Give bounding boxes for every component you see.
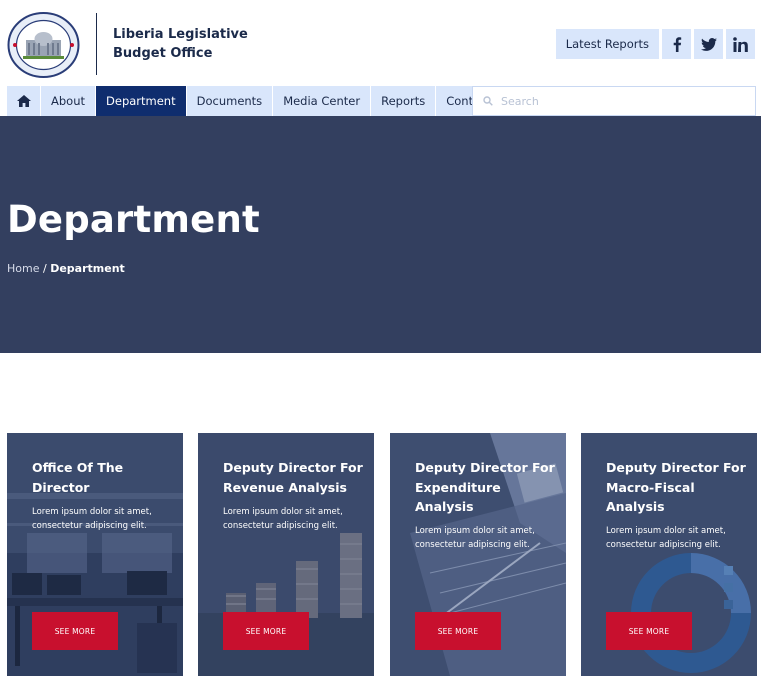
- department-card-macro-fiscal-analysis[interactable]: Deputy Director For Macro-Fiscal Analysi…: [581, 433, 757, 676]
- top-actions: Latest Reports: [555, 29, 755, 59]
- card-description: Lorem ipsum dolor sit amet, consectetur …: [223, 507, 343, 531]
- search-icon: [483, 96, 493, 106]
- main-nav: About Department Documents Media Center …: [7, 86, 502, 116]
- nav-item-about[interactable]: About: [41, 86, 97, 116]
- card-description: Lorem ipsum dolor sit amet, consectetur …: [606, 526, 726, 550]
- search-box: [472, 86, 756, 116]
- budget-office-seal-logo[interactable]: [7, 12, 80, 78]
- linkedin-icon[interactable]: [726, 29, 755, 59]
- see-more-button[interactable]: SEE MORE: [415, 612, 501, 650]
- facebook-icon[interactable]: [662, 29, 691, 59]
- nav-item-media-center[interactable]: Media Center: [273, 86, 372, 116]
- page-hero: Department Home / Department: [0, 116, 761, 353]
- breadcrumb: Home / Department: [7, 262, 125, 275]
- card-title: Deputy Director For Expenditure Analysis: [415, 460, 555, 514]
- card-title: Deputy Director For Macro-Fiscal Analysi…: [606, 460, 746, 514]
- breadcrumb-current: Department: [50, 262, 125, 275]
- site-header: Liberia Legislative Budget Office Latest…: [0, 0, 761, 86]
- breadcrumb-separator: /: [42, 262, 47, 275]
- page-title: Department: [7, 198, 260, 241]
- search-input[interactable]: [501, 94, 731, 108]
- breadcrumb-home-link[interactable]: Home: [7, 262, 39, 275]
- organization-name[interactable]: Liberia Legislative Budget Office: [113, 25, 253, 63]
- card-description: Lorem ipsum dolor sit amet, consectetur …: [415, 526, 535, 550]
- nav-item-reports[interactable]: Reports: [371, 86, 437, 116]
- card-description: Lorem ipsum dolor sit amet, consectetur …: [32, 507, 152, 531]
- card-title: Deputy Director For Revenue Analysis: [223, 460, 363, 495]
- department-card-revenue-analysis[interactable]: Deputy Director For Revenue Analysis Lor…: [198, 433, 374, 676]
- nav-item-department[interactable]: Department: [96, 86, 187, 116]
- latest-reports-button[interactable]: Latest Reports: [555, 29, 659, 59]
- see-more-button[interactable]: SEE MORE: [32, 612, 118, 650]
- department-card-expenditure-analysis[interactable]: Deputy Director For Expenditure Analysis…: [390, 433, 566, 676]
- home-icon: [16, 95, 31, 107]
- nav-item-documents[interactable]: Documents: [186, 86, 274, 116]
- department-card-office-of-director[interactable]: Office Of The Director Lorem ipsum dolor…: [7, 433, 183, 676]
- see-more-button[interactable]: SEE MORE: [223, 612, 309, 650]
- nav-home-button[interactable]: [7, 86, 41, 116]
- twitter-icon[interactable]: [694, 29, 723, 59]
- logo-divider: [96, 13, 97, 75]
- card-title: Office Of The Director: [32, 460, 124, 495]
- see-more-button[interactable]: SEE MORE: [606, 612, 692, 650]
